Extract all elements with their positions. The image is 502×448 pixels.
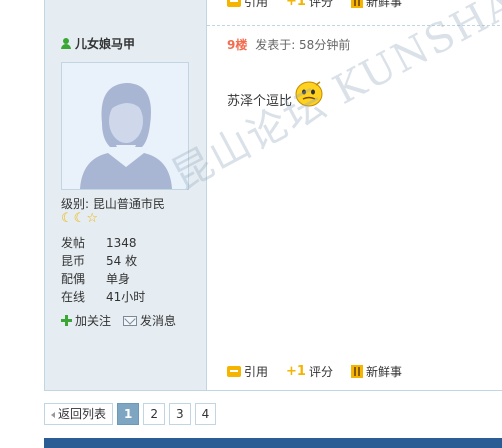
star-icon: ☆ <box>86 211 98 226</box>
avatar-silhouette-icon <box>62 63 188 189</box>
rate-label[interactable]: 评分 <box>309 0 333 10</box>
floor-number[interactable]: 9楼 <box>227 38 247 52</box>
stat-row: 发帖 1348 <box>61 234 145 252</box>
news-icon <box>350 365 363 378</box>
footer-bar <box>44 438 502 448</box>
post-main: 引用 +1 评分 新鲜事 9楼 发表于: 58分钟前 苏泽个逗比 引用 +1 评分 … <box>207 0 502 390</box>
back-label[interactable]: 返回列表 <box>58 407 106 421</box>
plus-icon <box>61 315 72 326</box>
quote-icon <box>227 0 241 7</box>
emoticon-icon <box>295 80 323 106</box>
arrow-left-icon <box>51 411 55 418</box>
quote-button-top[interactable]: 引用 <box>227 0 268 10</box>
page-link-current[interactable]: 1 <box>117 403 140 425</box>
user-level: 级别: 昆山普通市民 <box>61 197 165 211</box>
post-text: 苏泽个逗比 <box>227 94 293 109</box>
fresh-button-top[interactable]: 新鲜事 <box>350 0 402 10</box>
back-to-list-button[interactable]: 返回列表 <box>44 403 114 425</box>
plus-one-icon: +1 <box>286 0 306 9</box>
plus-one-icon: +1 <box>286 364 306 379</box>
pagination: 返回列表 1 2 3 4 <box>44 403 217 425</box>
stat-row: 配偶 单身 <box>61 270 145 288</box>
follow-label[interactable]: 加关注 <box>75 312 111 329</box>
quote-button[interactable]: 引用 <box>227 363 268 380</box>
post-content: 苏泽个逗比 <box>227 80 324 109</box>
username-block[interactable]: 儿女娘马甲 <box>61 35 135 52</box>
fresh-label[interactable]: 新鲜事 <box>366 0 402 10</box>
post-meta: 9楼 发表于: 58分钟前 <box>227 36 350 53</box>
stat-value: 41小时 <box>106 290 146 304</box>
page-link[interactable]: 2 <box>143 403 166 425</box>
top-actions: 引用 +1 评分 新鲜事 <box>227 0 402 10</box>
stat-label: 发帖 <box>61 236 86 250</box>
post-container: 儿女娘马甲 级别: 昆山普通市民 ☾ ☾ ☆ 发帖 1348 昆币 54 枚 配偶 单… <box>44 0 502 391</box>
avatar[interactable] <box>61 62 189 190</box>
post-time: 发表于: 58分钟前 <box>255 38 351 52</box>
username[interactable]: 儿女娘马甲 <box>75 35 135 52</box>
stat-row: 在线 41小时 <box>61 288 145 306</box>
meta-divider <box>207 25 502 26</box>
stat-row: 昆币 54 枚 <box>61 252 145 270</box>
stat-value: 54 枚 <box>106 254 138 268</box>
fresh-button[interactable]: 新鲜事 <box>350 363 402 380</box>
rate-button[interactable]: +1 评分 <box>286 363 333 380</box>
message-button[interactable]: 发消息 <box>123 312 176 329</box>
user-links: 加关注 发消息 <box>61 312 176 329</box>
moon-icon: ☾ <box>61 211 73 226</box>
quote-label[interactable]: 引用 <box>244 0 268 10</box>
fresh-label[interactable]: 新鲜事 <box>366 363 402 380</box>
message-label[interactable]: 发消息 <box>140 312 176 329</box>
moon-icon: ☾ <box>73 211 86 226</box>
news-icon <box>350 0 363 8</box>
stat-label: 配偶 <box>61 272 86 286</box>
follow-button[interactable]: 加关注 <box>61 312 111 329</box>
stat-value[interactable]: 1348 <box>106 234 137 252</box>
rate-button-top[interactable]: +1 评分 <box>286 0 333 10</box>
envelope-icon <box>123 315 138 326</box>
bottom-actions: 引用 +1 评分 新鲜事 <box>227 363 402 380</box>
user-stats: 发帖 1348 昆币 54 枚 配偶 单身 在线 41小时 <box>61 234 145 306</box>
rate-label[interactable]: 评分 <box>309 363 333 380</box>
user-online-icon <box>61 38 71 49</box>
level-medals: ☾ ☾ ☆ <box>61 211 98 226</box>
page-link[interactable]: 4 <box>194 403 217 425</box>
quote-icon <box>227 366 241 377</box>
page-link[interactable]: 3 <box>169 403 191 425</box>
quote-label[interactable]: 引用 <box>244 363 268 380</box>
user-sidebar: 儿女娘马甲 级别: 昆山普通市民 ☾ ☾ ☆ 发帖 1348 昆币 54 枚 配偶 单… <box>45 0 207 390</box>
stat-label: 昆币 <box>61 254 86 268</box>
stat-label: 在线 <box>61 290 86 304</box>
stat-value: 单身 <box>106 272 131 286</box>
